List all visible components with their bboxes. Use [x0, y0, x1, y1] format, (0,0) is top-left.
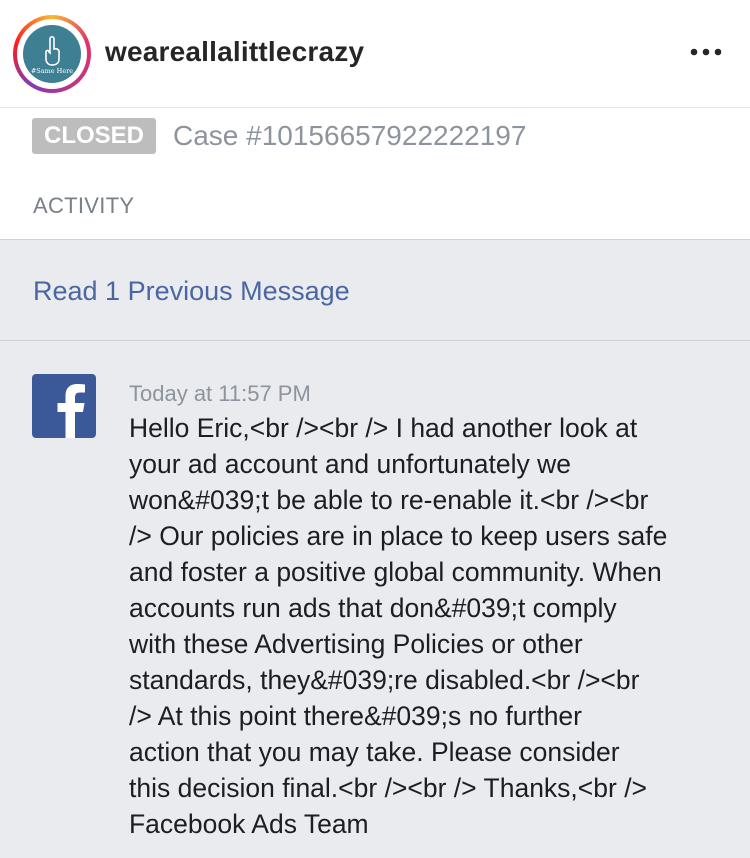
case-number: Case #10156657922222197	[173, 120, 527, 151]
message-item: Today at 11:57 PM Hello Eric,<br /><br /…	[0, 341, 750, 858]
section-label: ACTIVITY	[33, 193, 135, 218]
case-info: CLOSED Case #10156657922222197 ACTIVITY	[0, 108, 750, 240]
message-line: this decision final.<br /><br /> Thanks,…	[129, 773, 648, 803]
message-line: and foster a positive global community. …	[129, 557, 662, 587]
avatar[interactable]: #Same Here	[13, 15, 91, 93]
hand-logo-icon: #Same Here	[31, 35, 73, 75]
username[interactable]: weareallalittlecrazy	[105, 36, 364, 68]
message-line: Hello Eric,<br /><br /> I had another lo…	[129, 413, 638, 443]
message-line: won&#039;t be able to re-enable it.<br /…	[129, 485, 649, 515]
message-line: standards, they&#039;re disabled.<br /><…	[129, 665, 640, 695]
profile-header: #Same Here weareallalittlecrazy	[0, 0, 750, 108]
avatar-image: #Same Here	[23, 25, 81, 83]
message-line: Facebook Ads Team	[129, 809, 369, 839]
message-line: /> Our policies are in place to keep use…	[129, 521, 668, 551]
more-options-button[interactable]	[686, 30, 726, 74]
message-line: with these Advertising Policies or other	[129, 629, 583, 659]
message-body: Hello Eric,<br /><br /> I had another lo…	[129, 410, 729, 842]
message-line: your ad account and unfortunately we	[129, 449, 571, 479]
more-horizontal-icon	[690, 48, 722, 56]
read-previous-link[interactable]: Read 1 Previous Message	[33, 276, 350, 307]
message-line: /> At this point there&#039;s no further	[129, 701, 582, 731]
previous-messages-bar: Read 1 Previous Message	[0, 240, 750, 341]
message-line: accounts run ads that don&#039;t comply	[129, 593, 617, 623]
message-line: action that you may take. Please conside…	[129, 737, 620, 767]
status-badge: CLOSED	[32, 118, 156, 154]
message-timestamp: Today at 11:57 PM	[129, 381, 311, 406]
avatar-caption: #Same Here	[31, 67, 73, 75]
facebook-logo-icon	[32, 374, 96, 438]
